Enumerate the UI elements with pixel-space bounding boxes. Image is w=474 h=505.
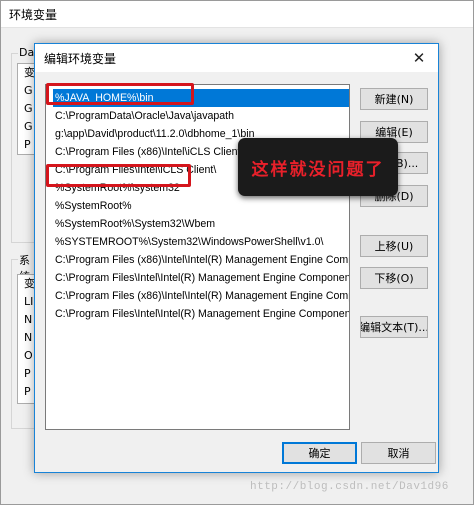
list-item[interactable]: C:\Program Files\Intel\Intel(R) Manageme… <box>53 305 349 323</box>
dialog-title: 编辑环境变量 <box>44 51 117 66</box>
edit-environment-variable-dialog: 编辑环境变量 ✕ %JAVA_HOME%\bin C:\ProgramData\… <box>34 43 439 473</box>
callout-text: 这样就没问题了 <box>251 159 385 180</box>
close-icon[interactable]: ✕ <box>408 47 430 69</box>
list-item[interactable]: C:\ProgramData\Oracle\Java\javapath <box>53 107 349 125</box>
outer-window-title: 环境变量 <box>9 7 58 22</box>
path-item-java-home-bin[interactable]: %JAVA_HOME%\bin <box>53 89 349 107</box>
ok-button[interactable]: 确定 <box>282 442 357 464</box>
watermark: http://blog.csdn.net/Dav1d96 <box>250 481 449 493</box>
list-item[interactable]: C:\Program Files (x86)\Intel\Intel(R) Ma… <box>53 251 349 269</box>
cancel-button[interactable]: 取消 <box>361 442 436 464</box>
dialog-titlebar: 编辑环境变量 ✕ <box>35 44 438 72</box>
outer-window-right-edge <box>435 41 473 471</box>
edit-text-button[interactable]: 编辑文本(T)... <box>360 316 428 338</box>
list-item[interactable]: %SYSTEMROOT%\System32\WindowsPowerShell\… <box>53 233 349 251</box>
list-item[interactable]: %SystemRoot%\System32\Wbem <box>53 215 349 233</box>
annotation-callout: 这样就没问题了 <box>238 138 398 196</box>
outer-titlebar: 环境变量 <box>1 1 473 28</box>
list-item[interactable]: C:\Program Files\Intel\Intel(R) Manageme… <box>53 269 349 287</box>
path-list[interactable]: %JAVA_HOME%\bin C:\ProgramData\Oracle\Ja… <box>45 84 350 430</box>
move-up-button[interactable]: 上移(U) <box>360 235 428 257</box>
list-item[interactable]: C:\Program Files (x86)\Intel\Intel(R) Ma… <box>53 287 349 305</box>
move-down-button[interactable]: 下移(O) <box>360 267 428 289</box>
list-item[interactable]: %SystemRoot% <box>53 197 349 215</box>
new-button[interactable]: 新建(N) <box>360 88 428 110</box>
